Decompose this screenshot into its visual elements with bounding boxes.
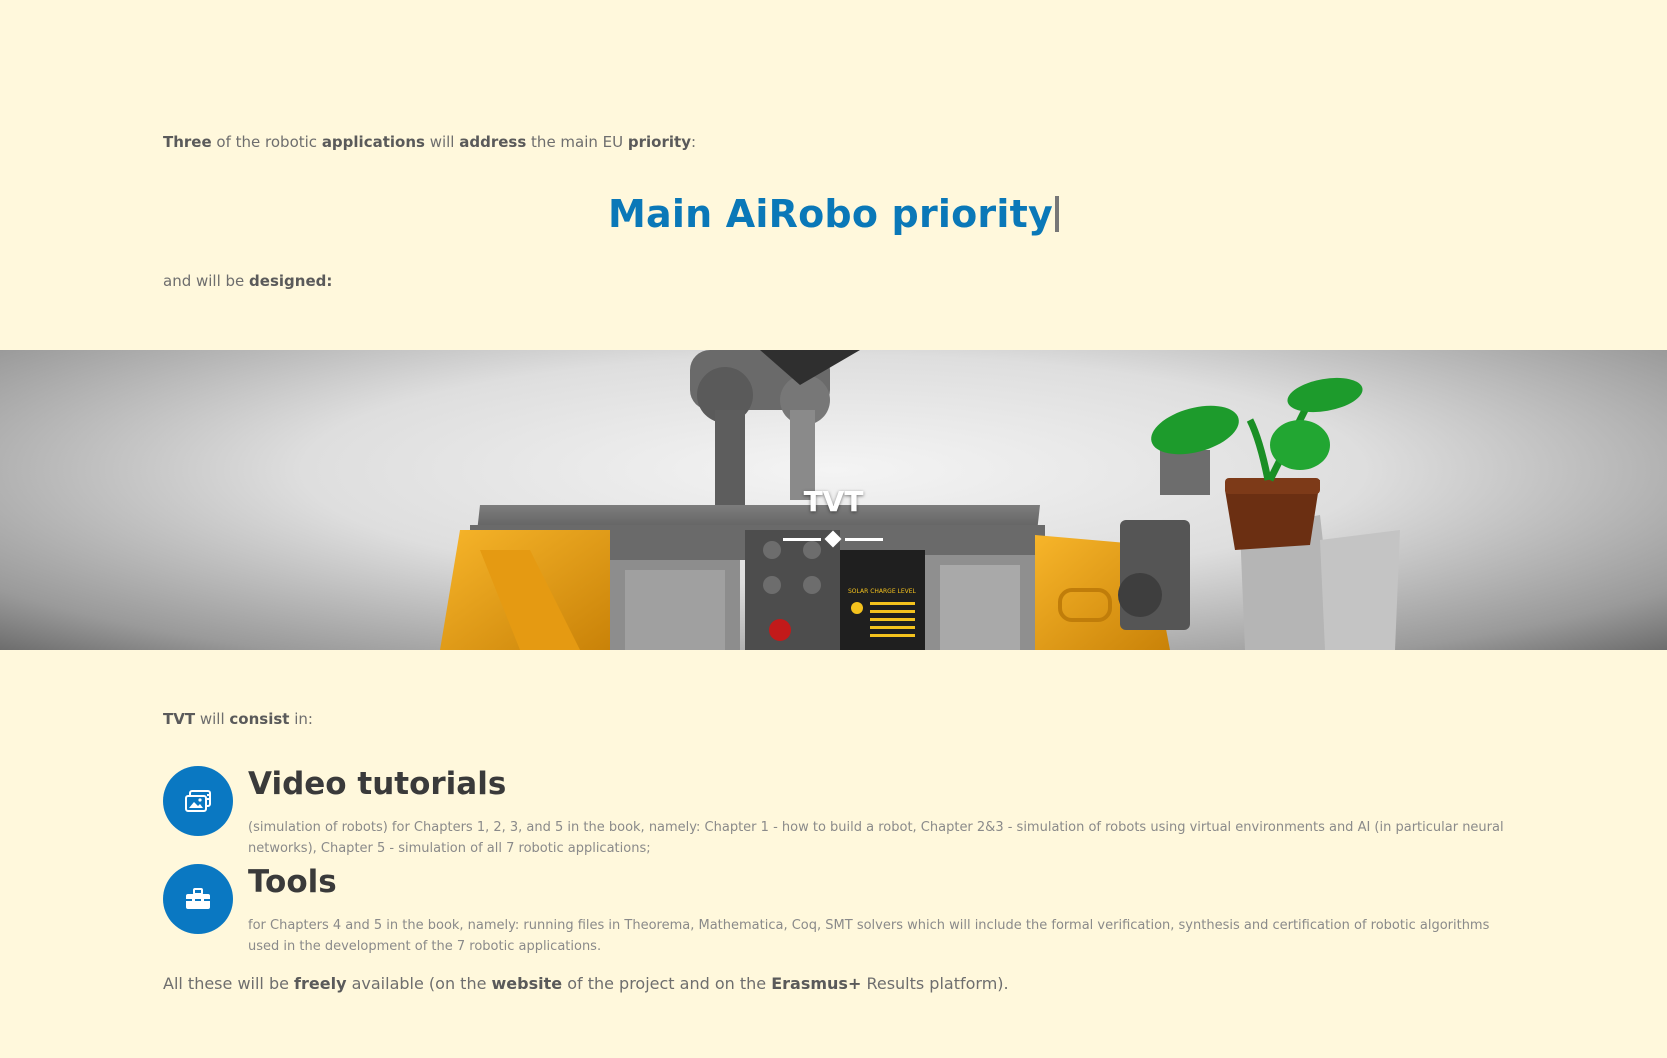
intro-bold-applications: applications <box>321 133 425 151</box>
intro-section: Three of the robotic applications will a… <box>0 0 1667 350</box>
main-priority-heading: Main AiRobo priority <box>0 192 1667 236</box>
designed-text: and will be designed: <box>163 272 333 290</box>
feature-title: Tools <box>248 864 337 900</box>
intro-bold-three: Three <box>163 133 212 151</box>
consist-text: TVT will consist in: <box>163 710 313 728</box>
hero-banner: SOLAR CHARGE LEVEL TVT <box>0 350 1667 650</box>
divider-diamond <box>824 530 842 548</box>
hero-divider <box>783 530 883 548</box>
intro-bold-address: address <box>459 133 527 151</box>
closing-text: All these will be freely available (on t… <box>163 974 1009 993</box>
feature-title: Video tutorials <box>248 766 507 802</box>
typing-cursor <box>1054 196 1059 232</box>
toolbox-icon <box>163 864 233 934</box>
feature-description: (simulation of robots) for Chapters 1, 2… <box>248 820 1504 856</box>
solar-panel-label: SOLAR CHARGE LEVEL <box>848 588 917 595</box>
feature-description: for Chapters 4 and 5 in the book, namely… <box>248 918 1490 954</box>
feature-tools: Tools for Chapters 4 and 5 in the book, … <box>163 864 1503 954</box>
intro-text: Three of the robotic applications will a… <box>163 133 697 151</box>
feature-video-tutorials: Video tutorials (simulation of robots) f… <box>163 766 1504 856</box>
intro-bold-priority: priority <box>627 133 691 151</box>
hero-title: TVT <box>803 485 864 518</box>
video-gallery-icon <box>163 766 233 836</box>
